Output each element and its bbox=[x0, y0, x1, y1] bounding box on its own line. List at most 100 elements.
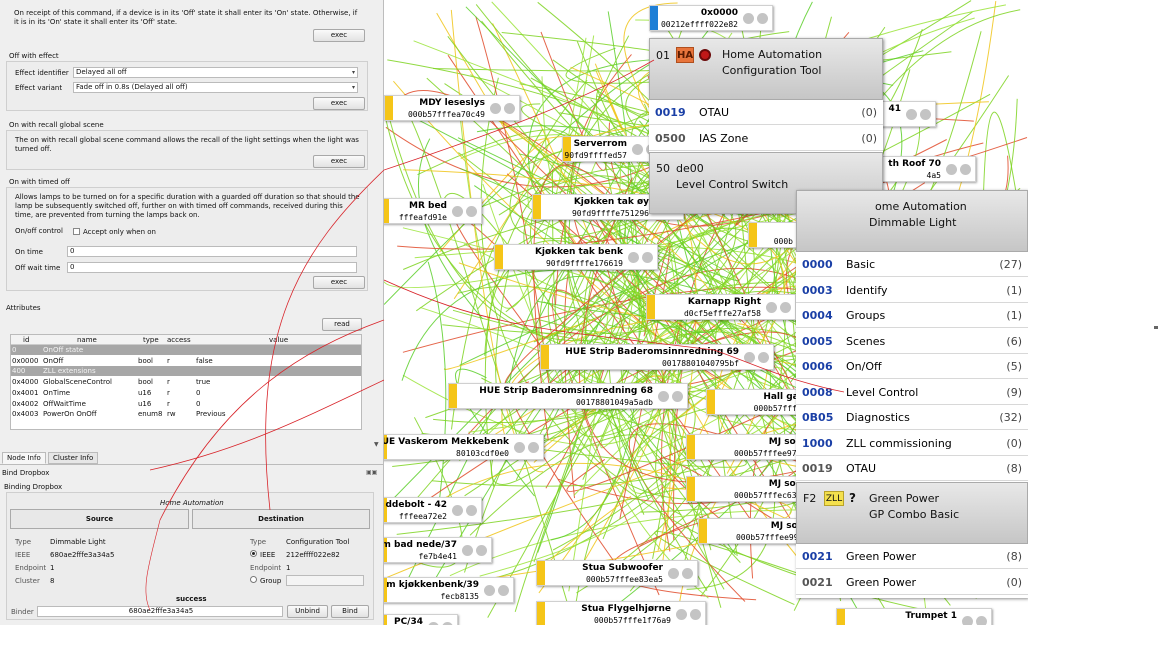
window-edge-handle[interactable] bbox=[1154, 326, 1158, 329]
network-node[interactable]: Serverrom 90fd9ffffed57 bbox=[562, 136, 662, 162]
cluster-row[interactable]: 0500 IAS Zone (0) bbox=[649, 125, 883, 151]
cluster-row[interactable]: 0021 Green Power (8) bbox=[796, 544, 1028, 569]
cluster-row[interactable]: 0003 Identify (1) bbox=[796, 277, 1028, 303]
cluster-row[interactable]: 0006 On/Off (5) bbox=[796, 354, 1028, 379]
endpoint-dot-icon[interactable] bbox=[757, 13, 768, 24]
col-name[interactable]: name bbox=[77, 335, 97, 345]
endpoint-dot-icon[interactable] bbox=[976, 616, 987, 625]
read-button[interactable]: read bbox=[322, 318, 362, 331]
on-time-input[interactable]: 0 bbox=[67, 246, 357, 257]
attribute-row[interactable]: 0x4003 PowerOn OnOff enum8 rw Previous bbox=[11, 409, 361, 419]
dimmable-light-node-panel[interactable]: ome Automation Dimmable Light 0000 Basic (… bbox=[796, 190, 1028, 598]
network-node[interactable]: Kjøkken tak benk 90fd9ffffe176619 bbox=[494, 244, 658, 270]
endpoint-dot-icon[interactable] bbox=[490, 103, 501, 114]
col-value[interactable]: value bbox=[269, 335, 288, 345]
endpoint-header[interactable]: 01 HA Home Automation Configuration Tool bbox=[649, 38, 883, 100]
endpoint-dot-icon[interactable] bbox=[428, 622, 439, 625]
network-node[interactable]: Stua Subwoofer 000b57fffee83ea5 bbox=[536, 560, 698, 586]
col-type[interactable]: type bbox=[143, 335, 159, 345]
network-node[interactable]: Trumpet 1 bbox=[836, 608, 992, 625]
config-tool-node-panel[interactable]: 01 HA Home Automation Configuration Tool… bbox=[649, 38, 883, 214]
accept-only-checkbox[interactable] bbox=[73, 228, 80, 235]
endpoint-dot-icon[interactable] bbox=[476, 545, 487, 556]
endpoint-dot-icon[interactable] bbox=[676, 609, 687, 620]
endpoint-dot-icon[interactable] bbox=[642, 252, 653, 263]
cluster-row[interactable]: 0019 OTAU (8) bbox=[796, 456, 1028, 481]
cluster-row[interactable]: 0021 Green Power (0) bbox=[796, 569, 1028, 595]
dock-float-icon[interactable]: ▣▣ bbox=[366, 469, 377, 476]
dimmable-endpoint-header[interactable]: ome Automation Dimmable Light bbox=[796, 190, 1028, 252]
endpoint-dot-icon[interactable] bbox=[780, 302, 791, 313]
endpoint-dot-icon[interactable] bbox=[466, 505, 477, 516]
bind-button[interactable]: Bind bbox=[331, 605, 369, 618]
endpoint-dot-icon[interactable] bbox=[484, 585, 495, 596]
endpoint-dot-icon[interactable] bbox=[504, 103, 515, 114]
col-id[interactable]: id bbox=[23, 335, 29, 345]
tab-cluster-info[interactable]: Cluster Info bbox=[48, 452, 99, 464]
endpoint-dot-icon[interactable] bbox=[528, 442, 539, 453]
exec-toggle-button[interactable]: exec bbox=[313, 29, 365, 42]
network-node[interactable]: Stua Flygelhjørne 000b57fffe1f76a9 bbox=[536, 601, 706, 625]
endpoint-dot-icon[interactable] bbox=[920, 109, 931, 120]
cluster-row[interactable]: 0B05 Diagnostics (32) bbox=[796, 405, 1028, 430]
network-node[interactable]: HUE Strip Baderomsinnredning 69 001788010… bbox=[540, 344, 774, 370]
network-graph-canvas[interactable]: 0x0000 00212effff022e82 MDY leseslys 000b57… bbox=[384, 0, 1028, 625]
attribute-row[interactable]: 0x4001 OnTime u16 r 0 bbox=[11, 388, 361, 398]
endpoint-dot-icon[interactable] bbox=[744, 352, 755, 363]
endpoint-dot-icon[interactable] bbox=[672, 391, 683, 402]
endpoint-dot-icon[interactable] bbox=[758, 352, 769, 363]
network-node[interactable]: m bad nede/37 fe7b4e41 bbox=[384, 537, 492, 563]
ieee-radio[interactable] bbox=[250, 550, 257, 557]
network-node[interactable]: HUE Strip Baderomsinnredning 68 001788010… bbox=[448, 383, 688, 409]
attribute-row[interactable]: 0x0000 OnOff bool r false bbox=[11, 356, 361, 366]
cluster-row[interactable]: 1000 ZLL commissioning (0) bbox=[796, 430, 1028, 456]
attribute-row[interactable]: 0x4002 OffWaitTime u16 r 0 bbox=[11, 399, 361, 409]
exec-recall-button[interactable]: exec bbox=[313, 155, 365, 168]
cluster-row[interactable]: 0004 Groups (1) bbox=[796, 303, 1028, 328]
cluster-row[interactable]: 0005 Scenes (6) bbox=[796, 328, 1028, 354]
endpoint-dot-icon[interactable] bbox=[462, 545, 473, 556]
exec-off-effect-button[interactable]: exec bbox=[313, 97, 365, 110]
cluster-row[interactable]: 0000 Basic (27) bbox=[796, 252, 1028, 277]
endpoint-dot-icon[interactable] bbox=[962, 616, 973, 625]
endpoint-dot-icon[interactable] bbox=[658, 391, 669, 402]
endpoint-dot-icon[interactable] bbox=[498, 585, 509, 596]
attribute-row[interactable]: 0x4000 GlobalSceneControl bool r true bbox=[11, 377, 361, 387]
endpoint-dot-icon[interactable] bbox=[514, 442, 525, 453]
exec-timed-button[interactable]: exec bbox=[313, 276, 365, 289]
endpoint-dot-icon[interactable] bbox=[442, 622, 453, 625]
endpoint-dot-icon[interactable] bbox=[466, 206, 477, 217]
binder-input[interactable]: 680ae2fffe3a34a5 bbox=[37, 606, 283, 617]
endpoint-dot-icon[interactable] bbox=[668, 568, 679, 579]
network-node[interactable]: HUE Vaskerom Mekkebenk 80103cdf0e0 bbox=[384, 434, 544, 460]
network-node[interactable]: 0x0000 00212effff022e82 bbox=[649, 5, 773, 31]
endpoint-dot-icon[interactable] bbox=[452, 505, 463, 516]
network-node[interactable]: PC/34 bbox=[384, 614, 458, 625]
endpoint-dot-icon[interactable] bbox=[628, 252, 639, 263]
source-drop-zone[interactable]: Source bbox=[10, 509, 189, 529]
effect-variant-select[interactable]: Fade off in 0.8s (Delayed all off) ▾ bbox=[73, 82, 358, 93]
endpoint-dot-icon[interactable] bbox=[452, 206, 463, 217]
effect-identifier-select[interactable]: Delayed all off ▾ bbox=[73, 67, 358, 78]
endpoint-dot-icon[interactable] bbox=[743, 13, 754, 24]
group-input[interactable] bbox=[286, 575, 364, 586]
gp-endpoint-header[interactable]: F2 ZLL ? Green Power GP Combo Basic bbox=[796, 482, 1028, 544]
endpoint-dot-icon[interactable] bbox=[766, 302, 777, 313]
cluster-row[interactable]: 0019 OTAU (0) bbox=[649, 100, 883, 125]
endpoint-dot-icon[interactable] bbox=[960, 164, 971, 175]
network-node[interactable]: MDY leseslys 000b57fffea70c49 bbox=[384, 95, 520, 121]
col-access[interactable]: access bbox=[167, 335, 191, 345]
network-node[interactable]: MR bed fffeafd91e bbox=[384, 198, 482, 224]
network-node[interactable]: ddebolt - 42 fffeea72e2 bbox=[384, 497, 482, 523]
tab-node-info[interactable]: Node Info bbox=[2, 452, 46, 464]
endpoint-dot-icon[interactable] bbox=[682, 568, 693, 579]
network-node[interactable]: Karnapp Right d0cf5efffe27af58 bbox=[646, 294, 796, 320]
network-node[interactable]: m kjøkkenbenk/39 fecb8135 bbox=[384, 577, 514, 603]
cluster-row[interactable]: 0008 Level Control (9) bbox=[796, 379, 1028, 405]
endpoint-dot-icon[interactable] bbox=[690, 609, 701, 620]
endpoint-dot-icon[interactable] bbox=[906, 109, 917, 120]
destination-drop-zone[interactable]: Destination bbox=[192, 509, 370, 529]
endpoint-dot-icon[interactable] bbox=[632, 144, 643, 155]
endpoint-dot-icon[interactable] bbox=[946, 164, 957, 175]
unbind-button[interactable]: Unbind bbox=[287, 605, 328, 618]
